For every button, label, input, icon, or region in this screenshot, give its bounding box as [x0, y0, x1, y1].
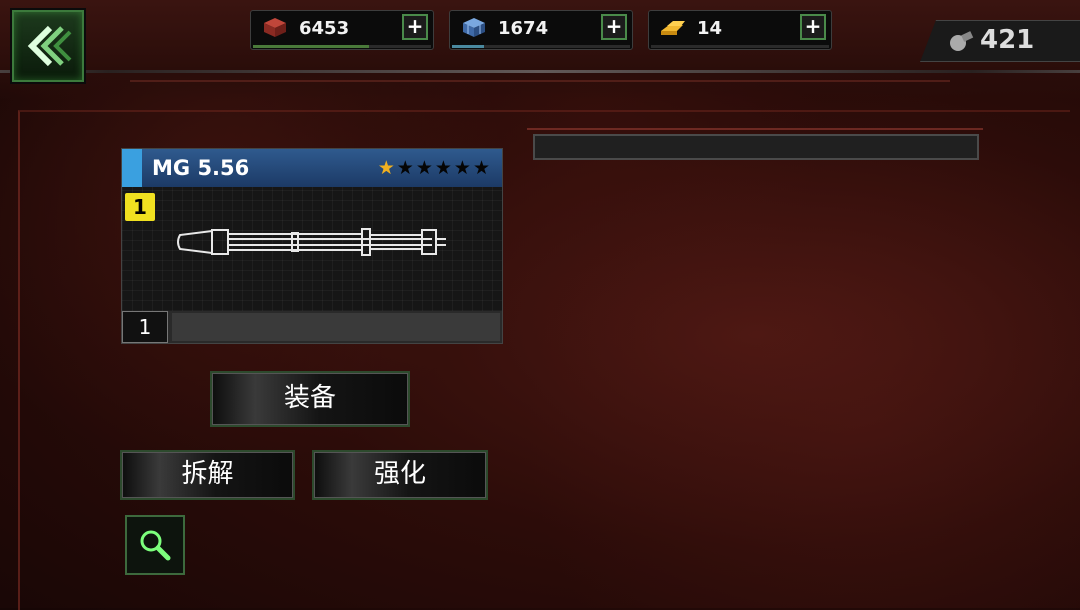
resource-blue-crate: 1674 + [449, 10, 633, 50]
resource-red-crate: 6453 + [250, 10, 434, 50]
quantity-label: 1 [122, 311, 168, 343]
blue-crate-icon [463, 18, 485, 37]
inspect-button[interactable] [125, 515, 185, 575]
gold-bar-icon [661, 21, 685, 35]
equip-button[interactable]: 装备 [210, 371, 410, 427]
star-icon: ★ [396, 157, 416, 179]
resource-value: 1674 [498, 18, 549, 39]
upgrade-button[interactable]: 强化 [312, 450, 488, 500]
resource-value: 14 [697, 18, 723, 39]
header-accent [122, 149, 142, 187]
weapon-footer: 1 [122, 311, 502, 343]
top-divider [0, 70, 1080, 73]
level-badge: 1 [125, 193, 155, 221]
back-button[interactable] [12, 10, 84, 82]
chevron-left-icon [27, 25, 72, 67]
star-icon: ★ [434, 157, 454, 179]
minigun-icon [177, 228, 446, 256]
weapon-header: MG 5.56 ★★★★★★ [122, 149, 502, 187]
top-divider-inner [130, 80, 950, 82]
resource-value: 6453 [299, 18, 350, 39]
red-crate-icon [264, 18, 286, 37]
weapon-card[interactable]: MG 5.56 ★★★★★★ 1 1 [121, 148, 503, 344]
resource-gold: 14 + [648, 10, 832, 50]
currency-value: 421 [980, 25, 1035, 55]
star-rating: ★★★★★★ [378, 157, 492, 179]
add-resource-button[interactable]: + [402, 14, 428, 40]
star-icon: ★ [377, 157, 397, 179]
magnifier-icon [140, 530, 171, 561]
add-resource-button[interactable]: + [800, 14, 826, 40]
dismantle-button[interactable]: 拆解 [120, 450, 295, 500]
add-resource-button[interactable]: + [601, 14, 627, 40]
grenade-icon [950, 31, 974, 51]
info-bar [533, 134, 979, 160]
star-icon: ★ [453, 157, 473, 179]
resource-progress [452, 45, 630, 48]
star-icon: ★ [472, 157, 492, 179]
resource-progress [651, 45, 829, 48]
star-icon: ★ [415, 157, 435, 179]
weapon-name: MG 5.56 [152, 156, 250, 180]
weapon-image-area: 1 [122, 187, 502, 311]
weapon-exp-bar [172, 313, 500, 341]
currency-display: 421 [920, 20, 1080, 62]
resource-progress [253, 45, 431, 48]
